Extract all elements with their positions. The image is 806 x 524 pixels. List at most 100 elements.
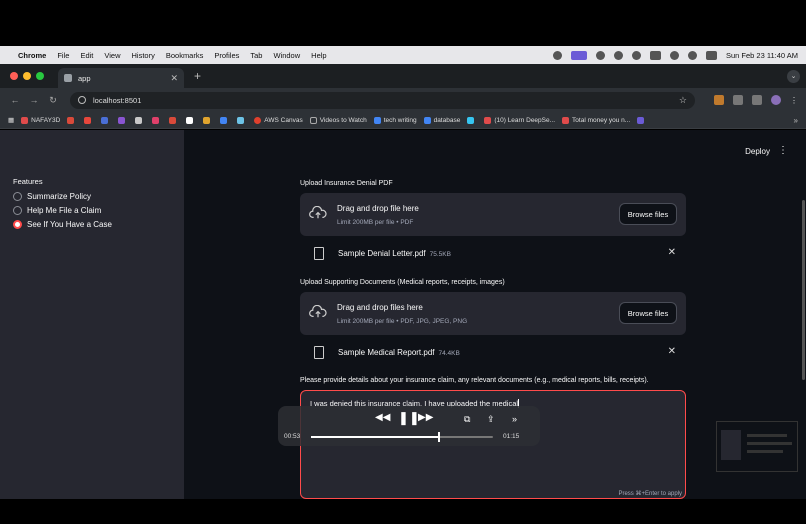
zoom-window-button[interactable] [36, 72, 44, 80]
radio-label[interactable]: See If You Have a Case [27, 220, 112, 229]
menu-window[interactable]: Window [273, 51, 300, 60]
radio-see-if-case[interactable]: See If You Have a Case [13, 220, 112, 229]
share-icon[interactable]: ⇪ [487, 414, 495, 425]
play-status-icon[interactable] [632, 50, 641, 60]
close-tab-icon[interactable]: ✕ [170, 73, 178, 84]
browse-files-button[interactable]: Browse files [619, 302, 677, 324]
video-player-overlay[interactable]: ◀◀ ❚❚ ▶▶ ⧉ ⇪ » 00:53 01:15 [278, 406, 540, 446]
site-info-icon[interactable] [78, 96, 86, 104]
menu-edit[interactable]: Edit [80, 51, 93, 60]
tab-search-icon[interactable]: ⌄ [787, 69, 800, 83]
upload-pdf-dropzone[interactable]: Drag and drop file here Limit 200MB per … [300, 193, 686, 236]
radio-summarize-policy[interactable]: Summarize Policy [13, 192, 112, 201]
pause-icon[interactable]: ❚❚ [398, 410, 420, 426]
new-tab-button[interactable]: + [194, 69, 201, 83]
radio-label[interactable]: Summarize Policy [27, 192, 91, 201]
menu-history[interactable]: History [132, 51, 155, 60]
menu-view[interactable]: View [104, 51, 120, 60]
bookmark-item[interactable] [84, 116, 94, 124]
menu-profiles[interactable]: Profiles [214, 51, 239, 60]
bookmark-total-money[interactable]: Total money you n... [562, 116, 630, 124]
bookmark-item[interactable] [152, 116, 162, 124]
close-window-button[interactable] [10, 72, 18, 80]
bookmark-star-icon[interactable]: ☆ [679, 95, 687, 106]
cloud-upload-icon [309, 305, 327, 318]
address-bar[interactable]: localhost:8501 ☆ [70, 91, 695, 109]
bookmark-aws-canvas[interactable]: AWS Canvas [254, 116, 303, 124]
seek-bar[interactable] [311, 432, 493, 442]
bookmarks-overflow-icon[interactable]: » [794, 116, 798, 125]
menu-help[interactable]: Help [311, 51, 326, 60]
menu-bookmarks[interactable]: Bookmarks [166, 51, 204, 60]
camera-icon[interactable] [596, 50, 605, 60]
bookmark-tech-writing[interactable]: tech writing [373, 116, 417, 124]
fast-forward-icon[interactable]: ▶▶ [418, 412, 433, 423]
toolbar-actions: ⋮ [714, 95, 798, 105]
bookmark-videos-to-watch[interactable]: Videos to Watch [309, 116, 367, 124]
menu-tab[interactable]: Tab [250, 51, 262, 60]
deploy-button[interactable]: Deploy [745, 147, 770, 156]
seek-bar-knob[interactable] [438, 432, 441, 442]
download-icon[interactable] [752, 95, 762, 105]
bookmark-learn-deepse[interactable]: (10) Learn DeepSe... [484, 116, 555, 124]
bookmark-item[interactable] [203, 116, 213, 124]
extension-status-icon[interactable] [553, 50, 562, 60]
bookmark-item[interactable] [637, 116, 647, 124]
browse-files-button[interactable]: Browse files [619, 203, 677, 225]
apps-grid-icon[interactable]: ▦ [8, 116, 14, 124]
dropzone-title: Drag and drop files here [337, 303, 423, 312]
bookmark-item[interactable] [467, 116, 477, 124]
bookmark-icon [254, 116, 262, 124]
reload-icon[interactable]: ↻ [46, 95, 60, 106]
extensions-puzzle-icon[interactable] [733, 95, 743, 105]
address-url[interactable]: localhost:8501 [93, 96, 141, 105]
control-center-icon[interactable] [706, 50, 717, 60]
scrollbar[interactable] [801, 130, 806, 499]
radio-label[interactable]: Help Me File a Claim [27, 206, 101, 215]
profile-avatar[interactable] [771, 95, 781, 105]
battery-icon[interactable] [650, 50, 661, 60]
bookmark-item[interactable] [118, 116, 128, 124]
menubar-app-name[interactable]: Chrome [18, 51, 46, 60]
rewind-icon[interactable]: ◀◀ [375, 412, 390, 423]
bookmark-item[interactable] [186, 116, 196, 124]
tab-title: app [78, 73, 91, 83]
search-icon[interactable] [688, 50, 697, 60]
bookmark-icon [101, 116, 109, 124]
radio-help-file-claim[interactable]: Help Me File a Claim [13, 206, 112, 215]
bookmark-item[interactable] [135, 116, 145, 124]
tab-app[interactable]: app ✕ [58, 68, 184, 88]
bookmark-icon [220, 116, 228, 124]
bookmark-item[interactable]: NAFAY3D [21, 116, 60, 124]
menubar-clock[interactable]: Sun Feb 23 11:40 AM [726, 51, 798, 60]
radio-circle-icon[interactable] [13, 192, 22, 201]
picture-in-picture-icon[interactable]: ⧉ [464, 414, 470, 425]
minimize-window-button[interactable] [23, 72, 31, 80]
expand-icon[interactable]: » [512, 414, 517, 424]
back-icon[interactable]: ← [8, 95, 22, 105]
wifi-icon[interactable] [670, 50, 679, 60]
bookmark-item[interactable] [169, 116, 179, 124]
bookmark-item[interactable] [67, 116, 77, 124]
bookmark-item[interactable] [237, 116, 247, 124]
bookmark-icon [135, 116, 143, 124]
radio-selected-icon[interactable] [13, 220, 22, 229]
scrollbar-thumb[interactable] [802, 200, 805, 380]
radio-circle-icon[interactable] [13, 206, 22, 215]
bookmark-item[interactable] [220, 116, 230, 124]
screen-recording-thumbnail[interactable] [716, 421, 798, 472]
bookmark-item[interactable] [101, 116, 111, 124]
bookmark-icon [637, 116, 645, 124]
browser-menu-icon[interactable]: ⋮ [790, 96, 798, 105]
forward-icon[interactable]: → [27, 95, 41, 105]
bookmark-database[interactable]: database [423, 116, 460, 124]
extension-icon[interactable] [714, 95, 724, 105]
remove-file-icon[interactable]: ✕ [668, 247, 676, 258]
dropzone-limit: Limit 200MB per file • PDF, JPG, JPEG, P… [337, 318, 468, 325]
upload-docs-dropzone[interactable]: Drag and drop files here Limit 200MB per… [300, 292, 686, 335]
main-menu-icon[interactable]: ⋮ [778, 145, 788, 156]
settings-icon[interactable] [614, 50, 623, 60]
screen-record-icon[interactable] [571, 50, 587, 60]
remove-file-icon[interactable]: ✕ [668, 346, 676, 357]
menu-file[interactable]: File [57, 51, 69, 60]
